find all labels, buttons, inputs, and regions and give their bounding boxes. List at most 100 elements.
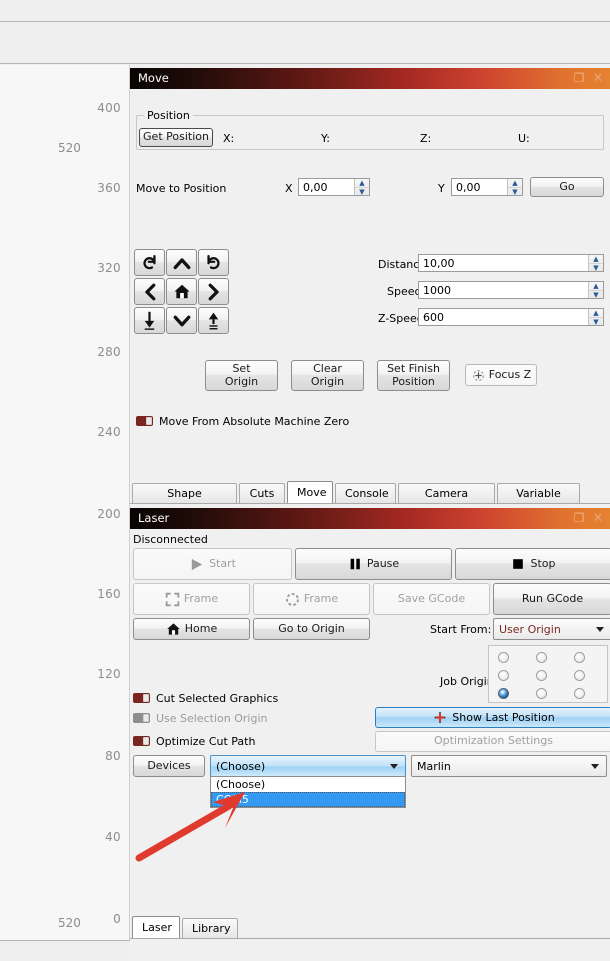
ruler-bottom-strip [0, 940, 130, 961]
chevron-down-icon [596, 626, 604, 632]
clear-origin-line2: Origin [310, 374, 345, 388]
jog-z-up-button[interactable] [198, 307, 229, 334]
jog-rotate-ccw-button[interactable] [134, 249, 165, 276]
toggle-knob [146, 417, 152, 425]
port-option[interactable]: COM5 [211, 792, 405, 807]
job-origin-radio-4[interactable] [536, 670, 547, 681]
stepper-down-icon[interactable]: ▼ [589, 318, 603, 326]
cut-selected-graphics-toggle[interactable] [133, 693, 150, 703]
job-origin-radio-6[interactable] [498, 688, 509, 699]
optimization-settings-button[interactable]: Optimization Settings [375, 731, 610, 752]
devices-button[interactable]: Devices [133, 755, 205, 777]
port-combo[interactable]: (Choose) [210, 755, 406, 777]
job-origin-radio-7[interactable] [536, 688, 547, 699]
stepper-up-icon[interactable]: ▲ [508, 179, 522, 188]
ruler-tick: 40 [105, 830, 121, 844]
close-icon[interactable]: ✕ [589, 508, 607, 529]
stepper-down-icon[interactable]: ▼ [589, 291, 603, 299]
start-from-value: User Origin [499, 622, 561, 636]
set-origin-button[interactable]: Set Origin [205, 360, 278, 391]
tab-library[interactable]: Library [182, 918, 238, 938]
show-last-position-button[interactable]: Show Last Position [375, 707, 610, 728]
home-button[interactable]: Home [133, 618, 250, 640]
stop-button[interactable]: Stop [455, 548, 610, 580]
move-to-x-stepper[interactable]: ▲ ▼ [354, 179, 369, 196]
stepper-up-icon[interactable]: ▲ [589, 255, 603, 264]
ruler-tick: 360 [97, 181, 121, 195]
jog-z-down-button[interactable] [134, 307, 165, 334]
device-combo[interactable]: Marlin [411, 755, 607, 777]
speed-input[interactable]: 1000 ▲ ▼ [418, 281, 604, 299]
stepper-down-icon[interactable]: ▼ [589, 264, 603, 272]
absolute-zero-toggle[interactable] [136, 416, 153, 426]
jog-home-button[interactable] [166, 278, 197, 305]
move-to-y-value: 0,00 [456, 180, 481, 194]
job-origin-radio-5[interactable] [574, 670, 585, 681]
use-selection-origin-label: Use Selection Origin [156, 712, 268, 725]
arrow-down-icon [173, 315, 190, 326]
z-speed-stepper[interactable]: ▲ ▼ [588, 309, 603, 326]
run-gcode-button[interactable]: Run GCode [493, 583, 610, 615]
distance-input[interactable]: 10,00 ▲ ▼ [418, 254, 604, 272]
arrow-right-icon [208, 283, 219, 300]
tab-console[interactable]: Console [335, 483, 396, 503]
tab-camera-control[interactable]: Camera Control [398, 483, 495, 519]
close-icon[interactable]: ✕ [589, 68, 607, 89]
job-origin-radio-1[interactable] [536, 652, 547, 663]
start-from-combo[interactable]: User Origin [493, 618, 610, 640]
tab-move[interactable]: Move [287, 481, 333, 503]
job-origin-radio-0[interactable] [498, 652, 509, 663]
stepper-up-icon[interactable]: ▲ [589, 282, 603, 291]
speed-stepper[interactable]: ▲ ▼ [588, 282, 603, 299]
stepper-down-icon[interactable]: ▼ [355, 188, 369, 196]
frame-round-button[interactable]: Frame [253, 583, 370, 615]
tab-shape-properties[interactable]: Shape Properties [132, 483, 237, 519]
go-button[interactable]: Go [530, 177, 604, 197]
jog-rotate-cw-button[interactable] [198, 249, 229, 276]
pause-button[interactable]: Pause [295, 548, 452, 580]
optimize-cut-path-label: Optimize Cut Path [156, 735, 256, 748]
set-finish-position-button[interactable]: Set Finish Position [377, 360, 450, 391]
stepper-up-icon[interactable]: ▲ [589, 309, 603, 318]
job-origin-radio-2[interactable] [574, 652, 585, 663]
start-button[interactable]: Start [133, 548, 292, 580]
job-origin-radio-8[interactable] [574, 688, 585, 699]
jog-down-button[interactable] [166, 307, 197, 334]
stepper-up-icon[interactable]: ▲ [355, 179, 369, 188]
use-selection-origin-toggle[interactable] [133, 713, 150, 723]
move-to-y-input[interactable]: 0,00 ▲ ▼ [451, 178, 523, 196]
home-icon [167, 623, 180, 635]
jog-up-button[interactable] [166, 249, 197, 276]
design-canvas-area[interactable]: 400 360 320 280 240 200 160 120 80 40 0 520 520 [0, 65, 130, 940]
frame-square-button[interactable]: Frame [133, 583, 250, 615]
go-to-origin-button[interactable]: Go to Origin [253, 618, 370, 640]
ruler-tick: 400 [97, 101, 121, 115]
ruler-tick: 80 [105, 749, 121, 763]
jog-left-button[interactable] [134, 278, 165, 305]
focus-z-button[interactable]: Focus Z [465, 364, 537, 386]
optimize-cut-path-toggle[interactable] [133, 736, 150, 746]
tab-laser[interactable]: Laser [132, 916, 180, 938]
tab-cuts[interactable]: Cuts [239, 483, 285, 503]
laser-panel-titlebar[interactable]: Laser ❐ ✕ [130, 508, 610, 529]
stepper-down-icon[interactable]: ▼ [508, 188, 522, 196]
z-speed-input[interactable]: 600 ▲ ▼ [418, 308, 604, 326]
tab-variable-text[interactable]: Variable Text [497, 483, 580, 519]
ruler-extra-label-bottom: 520 [58, 916, 81, 930]
restore-icon[interactable]: ❐ [570, 68, 588, 89]
port-dropdown-list[interactable]: (Choose) COM5 [210, 776, 406, 808]
job-origin-radio-3[interactable] [498, 670, 509, 681]
save-gcode-button[interactable]: Save GCode [373, 583, 490, 615]
get-position-button[interactable]: Get Position [139, 128, 213, 147]
job-origin-radio-grid[interactable] [488, 645, 608, 703]
move-panel-titlebar[interactable]: Move ❐ ✕ [130, 68, 610, 89]
distance-stepper[interactable]: ▲ ▼ [588, 255, 603, 272]
clear-origin-button[interactable]: Clear Origin [291, 360, 364, 391]
restore-icon[interactable]: ❐ [570, 508, 588, 529]
jog-right-button[interactable] [198, 278, 229, 305]
ruler-extra-label-top: 520 [58, 141, 81, 155]
move-to-x-input[interactable]: 0,00 ▲ ▼ [298, 178, 370, 196]
move-to-y-stepper[interactable]: ▲ ▼ [507, 179, 522, 196]
position-axis-y-label: Y: [321, 132, 330, 145]
port-option[interactable]: (Choose) [211, 777, 405, 792]
